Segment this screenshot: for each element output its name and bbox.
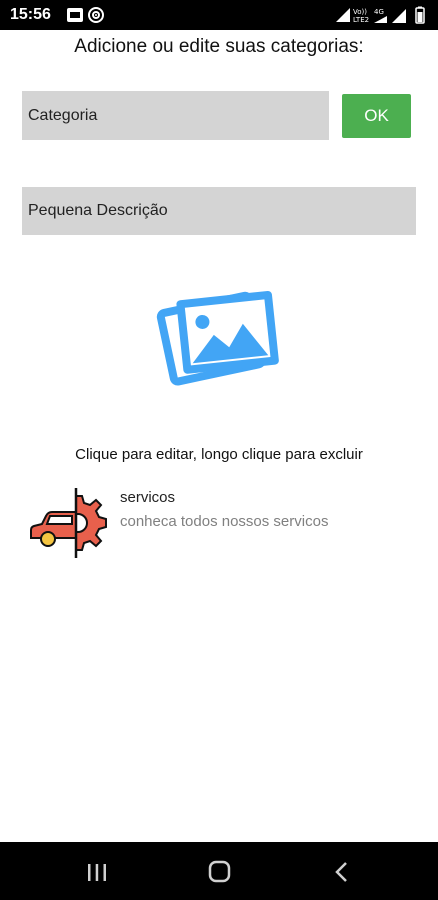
svg-text:4G: 4G [374, 8, 384, 16]
list-item-title: servicos [120, 489, 176, 506]
ok-button[interactable]: OK [342, 94, 411, 138]
svg-text:Vo)): Vo)) [353, 8, 367, 16]
car-gear-icon [30, 488, 107, 558]
list-item-description: conheca todos nossos servicos [120, 513, 329, 530]
home-button[interactable] [199, 858, 239, 886]
status-left-icons [67, 7, 104, 23]
status-time: 15:56 [10, 6, 51, 23]
signal-icon [336, 8, 350, 22]
category-input[interactable] [22, 91, 329, 140]
4g-icon: 4G [374, 8, 387, 23]
back-icon [335, 862, 347, 882]
image-gallery-icon[interactable] [152, 282, 286, 390]
back-button[interactable] [321, 858, 361, 886]
instructions-text: Clique para editar, longo clique para ex… [75, 446, 363, 463]
status-bar: 15:56 Vo)) LTE2 4G [0, 0, 438, 30]
navigation-bar [0, 842, 438, 900]
wifi-icon [392, 9, 406, 23]
description-input[interactable] [22, 187, 416, 235]
status-right-icons: Vo)) LTE2 4G [336, 6, 425, 24]
home-icon [208, 860, 231, 883]
page-title: Adicione ou edite suas categorias: [74, 36, 364, 57]
volte-icon: Vo)) LTE2 [353, 8, 369, 24]
recents-icon [88, 864, 91, 881]
list-item[interactable]: servicos conheca todos nossos servicos [28, 484, 418, 564]
rss-icon [88, 7, 104, 23]
svg-text:LTE2: LTE2 [353, 16, 369, 24]
screenshot-icon [67, 8, 83, 22]
battery-icon [415, 6, 425, 24]
recents-button[interactable] [77, 858, 117, 886]
screen: 15:56 Vo)) LTE2 4G Adicione ou edite sua… [0, 0, 438, 900]
